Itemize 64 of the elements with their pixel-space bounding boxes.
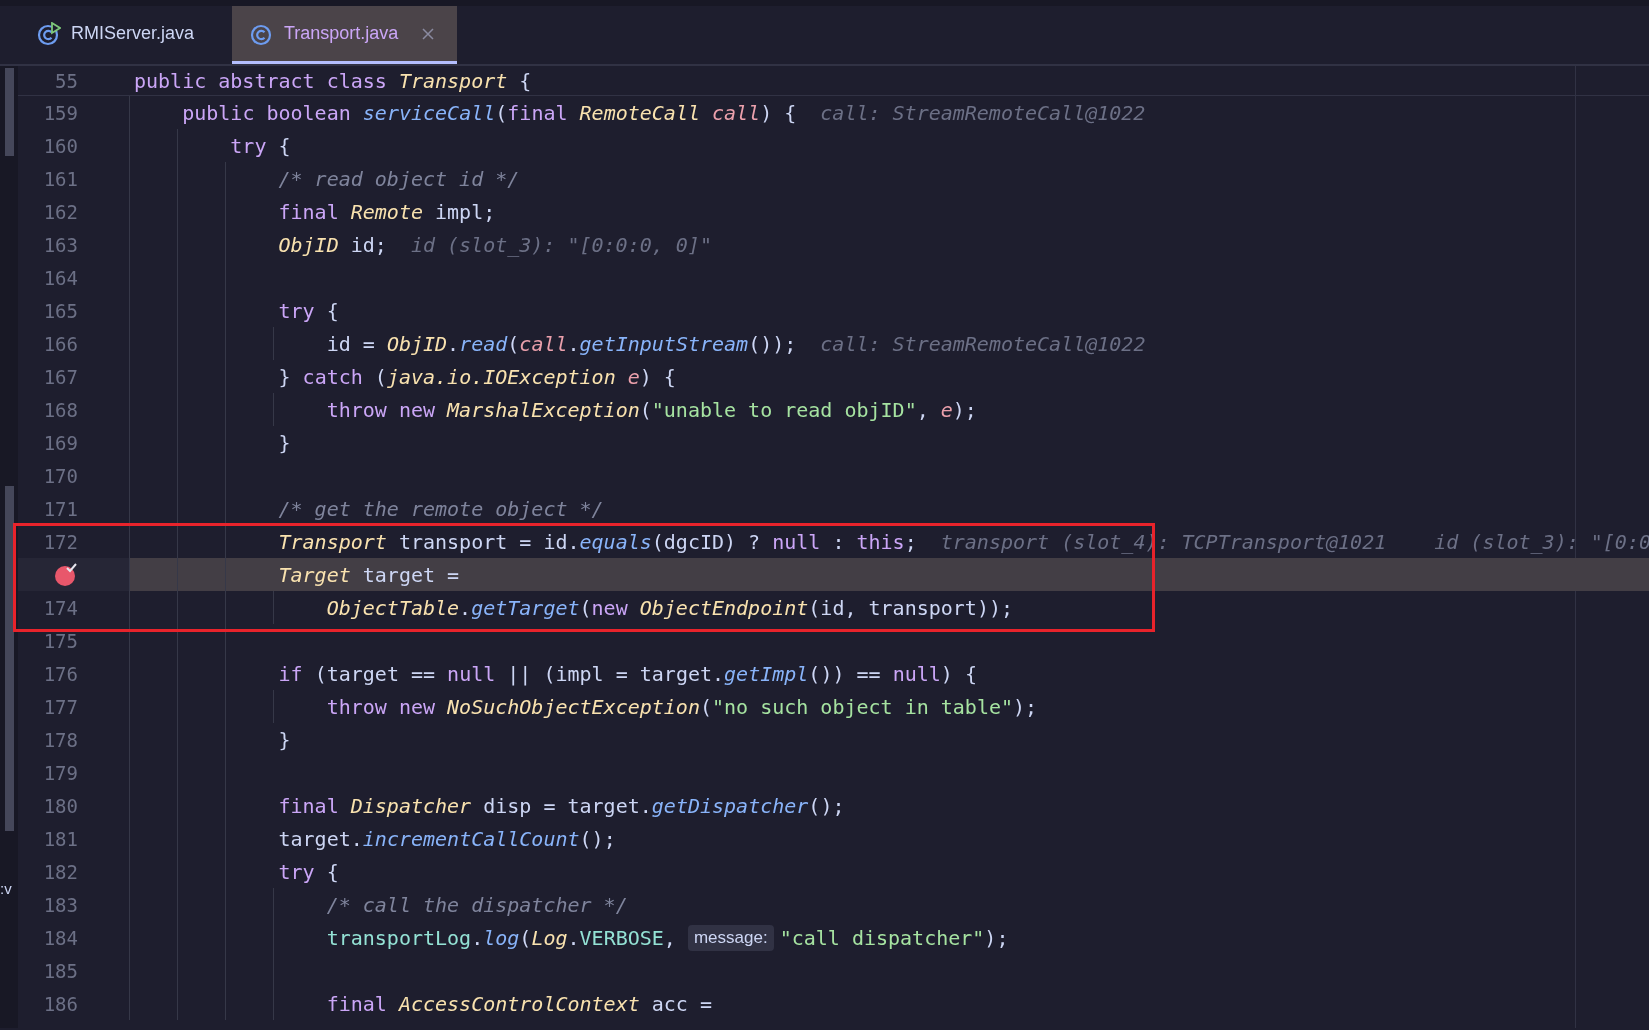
debug-value-hint: call: StreamRemoteCall@1022 (820, 331, 1146, 356)
line-number: 175 (42, 629, 78, 652)
line-number: 177 (42, 695, 78, 718)
line-number: 165 (42, 299, 78, 322)
code-line: /* get the remote object */ (278, 496, 604, 521)
code-line: /* call the dispatcher */ (326, 892, 628, 917)
code-line: public abstract class Transport { (134, 68, 532, 93)
line-number: 176 (42, 662, 78, 685)
debug-value-hint: call: StreamRemoteCall@1022 (820, 100, 1146, 125)
code-line: transportLog.log(Log.VERBOSE, (326, 925, 677, 950)
line-number: 178 (42, 728, 78, 751)
editor-tab[interactable]: Transport.java (232, 6, 457, 64)
code-line: throw new NoSuchObjectException("no such object in table"); (326, 694, 1038, 719)
code-line: throw new MarshalException("unable to read objID", e); (326, 397, 977, 422)
code-line: id = ObjID.read(call.getInputStream()); (326, 331, 797, 356)
line-number: 180 (42, 794, 78, 817)
code-line: final AccessControlContext acc = (326, 991, 712, 1016)
code-line: final Remote impl; (278, 199, 496, 224)
line-number: 170 (42, 464, 78, 487)
line-number: 181 (42, 827, 78, 850)
code-line: try { (278, 859, 339, 884)
code-line: try { (278, 298, 339, 323)
code-line: final Dispatcher disp = target.getDispatcher(); (278, 793, 845, 818)
breakpoint-icon[interactable] (54, 562, 78, 587)
close-icon[interactable] (422, 27, 435, 40)
parameter-hint: message: (687, 924, 774, 951)
line-number: 163 (42, 233, 78, 256)
panel-text-fragment: :v (0, 880, 12, 897)
debug-value-hint: id (slot_3): "[0:0:0, 0]" (410, 232, 712, 257)
line-number: 174 (42, 596, 78, 619)
code-line: Transport transport = id.equals(dgcID) ? null : this; (278, 529, 917, 554)
code-line: } catch (java.io.IOException e) { (278, 364, 676, 389)
line-number: 164 (42, 266, 78, 289)
line-number: 179 (42, 761, 78, 784)
line-number: 169 (42, 431, 78, 454)
line-number: 161 (42, 167, 78, 190)
line-number: 186 (42, 992, 78, 1015)
code-line: ObjectTable.getTarget(new ObjectEndpoint(id, transport)); (326, 595, 1014, 620)
line-number: 185 (42, 959, 78, 982)
code-line: "call dispatcher"); (779, 925, 1009, 950)
code-line: } (278, 727, 291, 752)
code-line: } (278, 430, 291, 455)
line-number: 183 (42, 893, 78, 916)
code-line: ObjID id; (278, 232, 387, 257)
code-line: Target target = (278, 562, 460, 587)
editor-tab[interactable]: RMIServer.java (19, 6, 232, 64)
line-number: 182 (42, 860, 78, 883)
line-number: 55 (54, 69, 78, 92)
code-line: try { (230, 133, 291, 158)
line-number: 184 (42, 926, 78, 949)
scrollbar-thumb[interactable] (5, 68, 14, 156)
line-number: 167 (42, 365, 78, 388)
code-line: target.incrementCallCount(); (278, 826, 616, 851)
line-number: 160 (42, 134, 78, 157)
line-number: 159 (42, 101, 78, 124)
line-number: 171 (42, 497, 78, 520)
code-line: /* read object id */ (278, 166, 520, 191)
line-number: 168 (42, 398, 78, 421)
line-number: 172 (42, 530, 78, 553)
code-line: if (target == null || (impl = target.getImpl()) == null) { (278, 661, 977, 686)
line-number: 162 (42, 200, 78, 223)
code-line: public boolean serviceCall(final RemoteCall call) { (182, 100, 797, 125)
scrollbar-thumb[interactable] (5, 486, 14, 831)
line-number: 166 (42, 332, 78, 355)
